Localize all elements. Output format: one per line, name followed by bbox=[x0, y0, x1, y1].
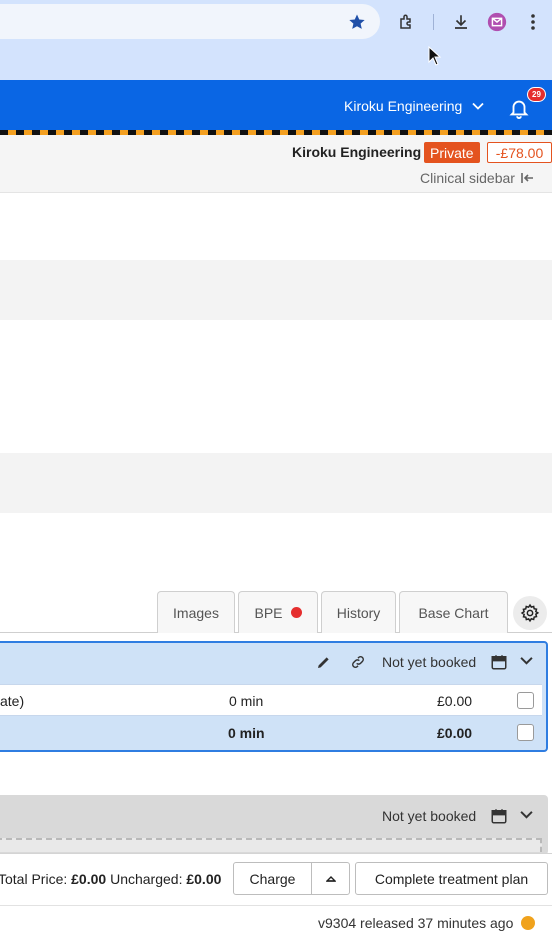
total-price-value: £0.00 bbox=[71, 871, 107, 887]
collapse-sidebar-icon bbox=[521, 172, 535, 184]
clinical-sidebar-toggle[interactable]: Clinical sidebar bbox=[420, 170, 535, 186]
tab-label: BPE bbox=[254, 604, 283, 621]
tab-label: Images bbox=[173, 604, 219, 621]
address-bar[interactable] bbox=[0, 4, 380, 39]
download-icon[interactable] bbox=[448, 10, 474, 34]
select-all-checkbox[interactable] bbox=[517, 724, 534, 741]
treatment-name: ate) bbox=[0, 693, 25, 709]
balance-badge[interactable]: -£78.00 bbox=[487, 142, 552, 163]
chevron-down-icon[interactable] bbox=[520, 810, 533, 819]
drop-zone[interactable] bbox=[0, 838, 542, 852]
chart-settings-button[interactable] bbox=[513, 596, 547, 630]
release-status-dot bbox=[521, 916, 535, 930]
calendar-icon[interactable] bbox=[490, 653, 508, 671]
clinical-sidebar-label: Clinical sidebar bbox=[420, 170, 515, 186]
complete-treatment-plan-button[interactable]: Complete treatment plan bbox=[355, 862, 548, 895]
treatment-row: ate) 0 min £0.00 bbox=[0, 684, 542, 716]
uncharged-value: £0.00 bbox=[186, 871, 222, 887]
booking-status[interactable]: Not yet booked bbox=[382, 808, 476, 824]
chart-row-striped bbox=[0, 260, 552, 320]
treatment-price: £0.00 bbox=[437, 693, 473, 709]
plan-totals: Total Price: £0.00 Uncharged: £0.00 bbox=[0, 871, 221, 887]
tab-bpe[interactable]: BPE bbox=[238, 591, 318, 633]
tab-label: Base Chart bbox=[418, 604, 489, 621]
organisation-switcher[interactable]: Kiroku Engineering bbox=[344, 95, 484, 117]
total-duration: 0 min bbox=[228, 725, 265, 741]
gear-icon bbox=[520, 603, 540, 623]
total-price: £0.00 bbox=[437, 725, 473, 741]
toolbar-divider bbox=[433, 14, 434, 30]
charge-button-group: Charge bbox=[233, 862, 350, 895]
organisation-name: Kiroku Engineering bbox=[344, 98, 463, 114]
tab-base-chart[interactable]: Base Chart bbox=[399, 591, 508, 633]
notification-count-badge: 29 bbox=[527, 87, 546, 102]
version-text: v9304 released 37 minutes ago bbox=[318, 915, 514, 931]
treatment-total-row: 0 min £0.00 bbox=[0, 717, 542, 749]
chevron-up-icon bbox=[325, 876, 336, 882]
charge-button[interactable]: Charge bbox=[234, 863, 312, 894]
link-icon[interactable] bbox=[350, 654, 366, 670]
bpe-alert-dot bbox=[290, 607, 302, 618]
calendar-icon[interactable] bbox=[490, 807, 508, 825]
browser-menu-icon[interactable] bbox=[520, 10, 546, 34]
bookmark-star-icon[interactable] bbox=[344, 10, 370, 34]
tab-history[interactable]: History bbox=[321, 591, 396, 633]
tab-images[interactable]: Images bbox=[157, 591, 235, 633]
account-type-badge: Private bbox=[424, 142, 480, 163]
mouse-cursor-icon bbox=[428, 45, 444, 66]
profile-avatar-icon[interactable] bbox=[484, 10, 510, 34]
extensions-icon[interactable] bbox=[394, 10, 420, 34]
uncharged-label: Uncharged: bbox=[110, 871, 183, 887]
chevron-down-icon bbox=[472, 102, 484, 110]
tab-label: History bbox=[336, 604, 381, 621]
edit-pencil-icon[interactable] bbox=[316, 654, 332, 670]
chart-row-striped bbox=[0, 453, 552, 513]
patient-name[interactable]: Kiroku Engineering bbox=[292, 144, 421, 160]
chevron-down-icon[interactable] bbox=[520, 656, 533, 665]
total-price-label: Total Price: bbox=[0, 871, 68, 887]
treatment-checkbox[interactable] bbox=[517, 692, 534, 709]
booking-status[interactable]: Not yet booked bbox=[382, 654, 476, 670]
treatment-duration: 0 min bbox=[229, 693, 264, 709]
charge-options-toggle[interactable] bbox=[312, 863, 349, 894]
